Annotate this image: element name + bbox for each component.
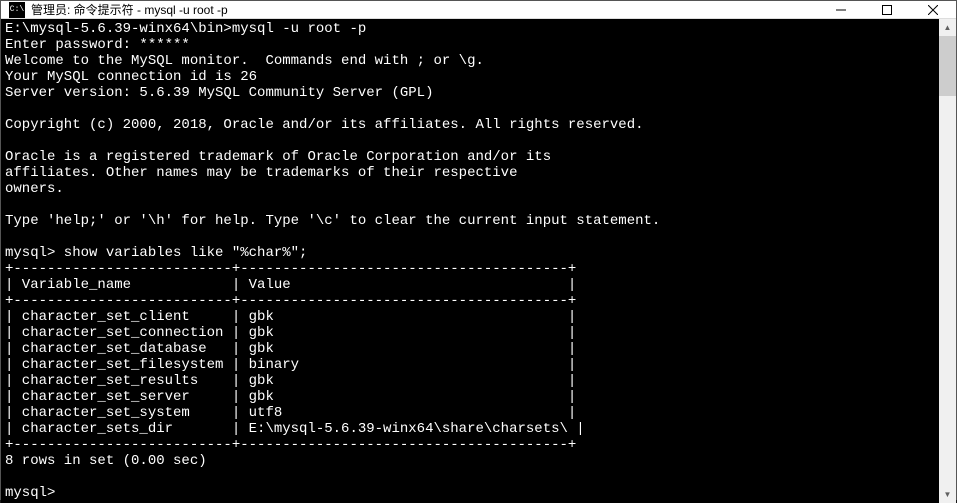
close-icon xyxy=(928,5,938,15)
window-title: 管理员: 命令提示符 - mysql -u root -p xyxy=(31,1,818,18)
cmd-window: C:\ 管理员: 命令提示符 - mysql -u root -p E:\mys… xyxy=(0,0,957,500)
window-controls xyxy=(818,1,956,18)
vertical-scrollbar[interactable]: ▲ ▼ xyxy=(939,19,956,503)
minimize-icon xyxy=(836,5,846,15)
window-icon: C:\ xyxy=(9,2,25,18)
titlebar[interactable]: C:\ 管理员: 命令提示符 - mysql -u root -p xyxy=(1,1,956,19)
terminal-wrap: E:\mysql-5.6.39-winx64\bin>mysql -u root… xyxy=(1,19,956,503)
maximize-icon xyxy=(882,5,892,15)
scroll-down-arrow[interactable]: ▼ xyxy=(939,486,956,503)
terminal-content[interactable]: E:\mysql-5.6.39-winx64\bin>mysql -u root… xyxy=(1,19,939,503)
minimize-button[interactable] xyxy=(818,1,864,18)
scrollbar-thumb[interactable] xyxy=(939,36,956,96)
scroll-up-arrow[interactable]: ▲ xyxy=(939,19,956,36)
close-button[interactable] xyxy=(910,1,956,18)
maximize-button[interactable] xyxy=(864,1,910,18)
